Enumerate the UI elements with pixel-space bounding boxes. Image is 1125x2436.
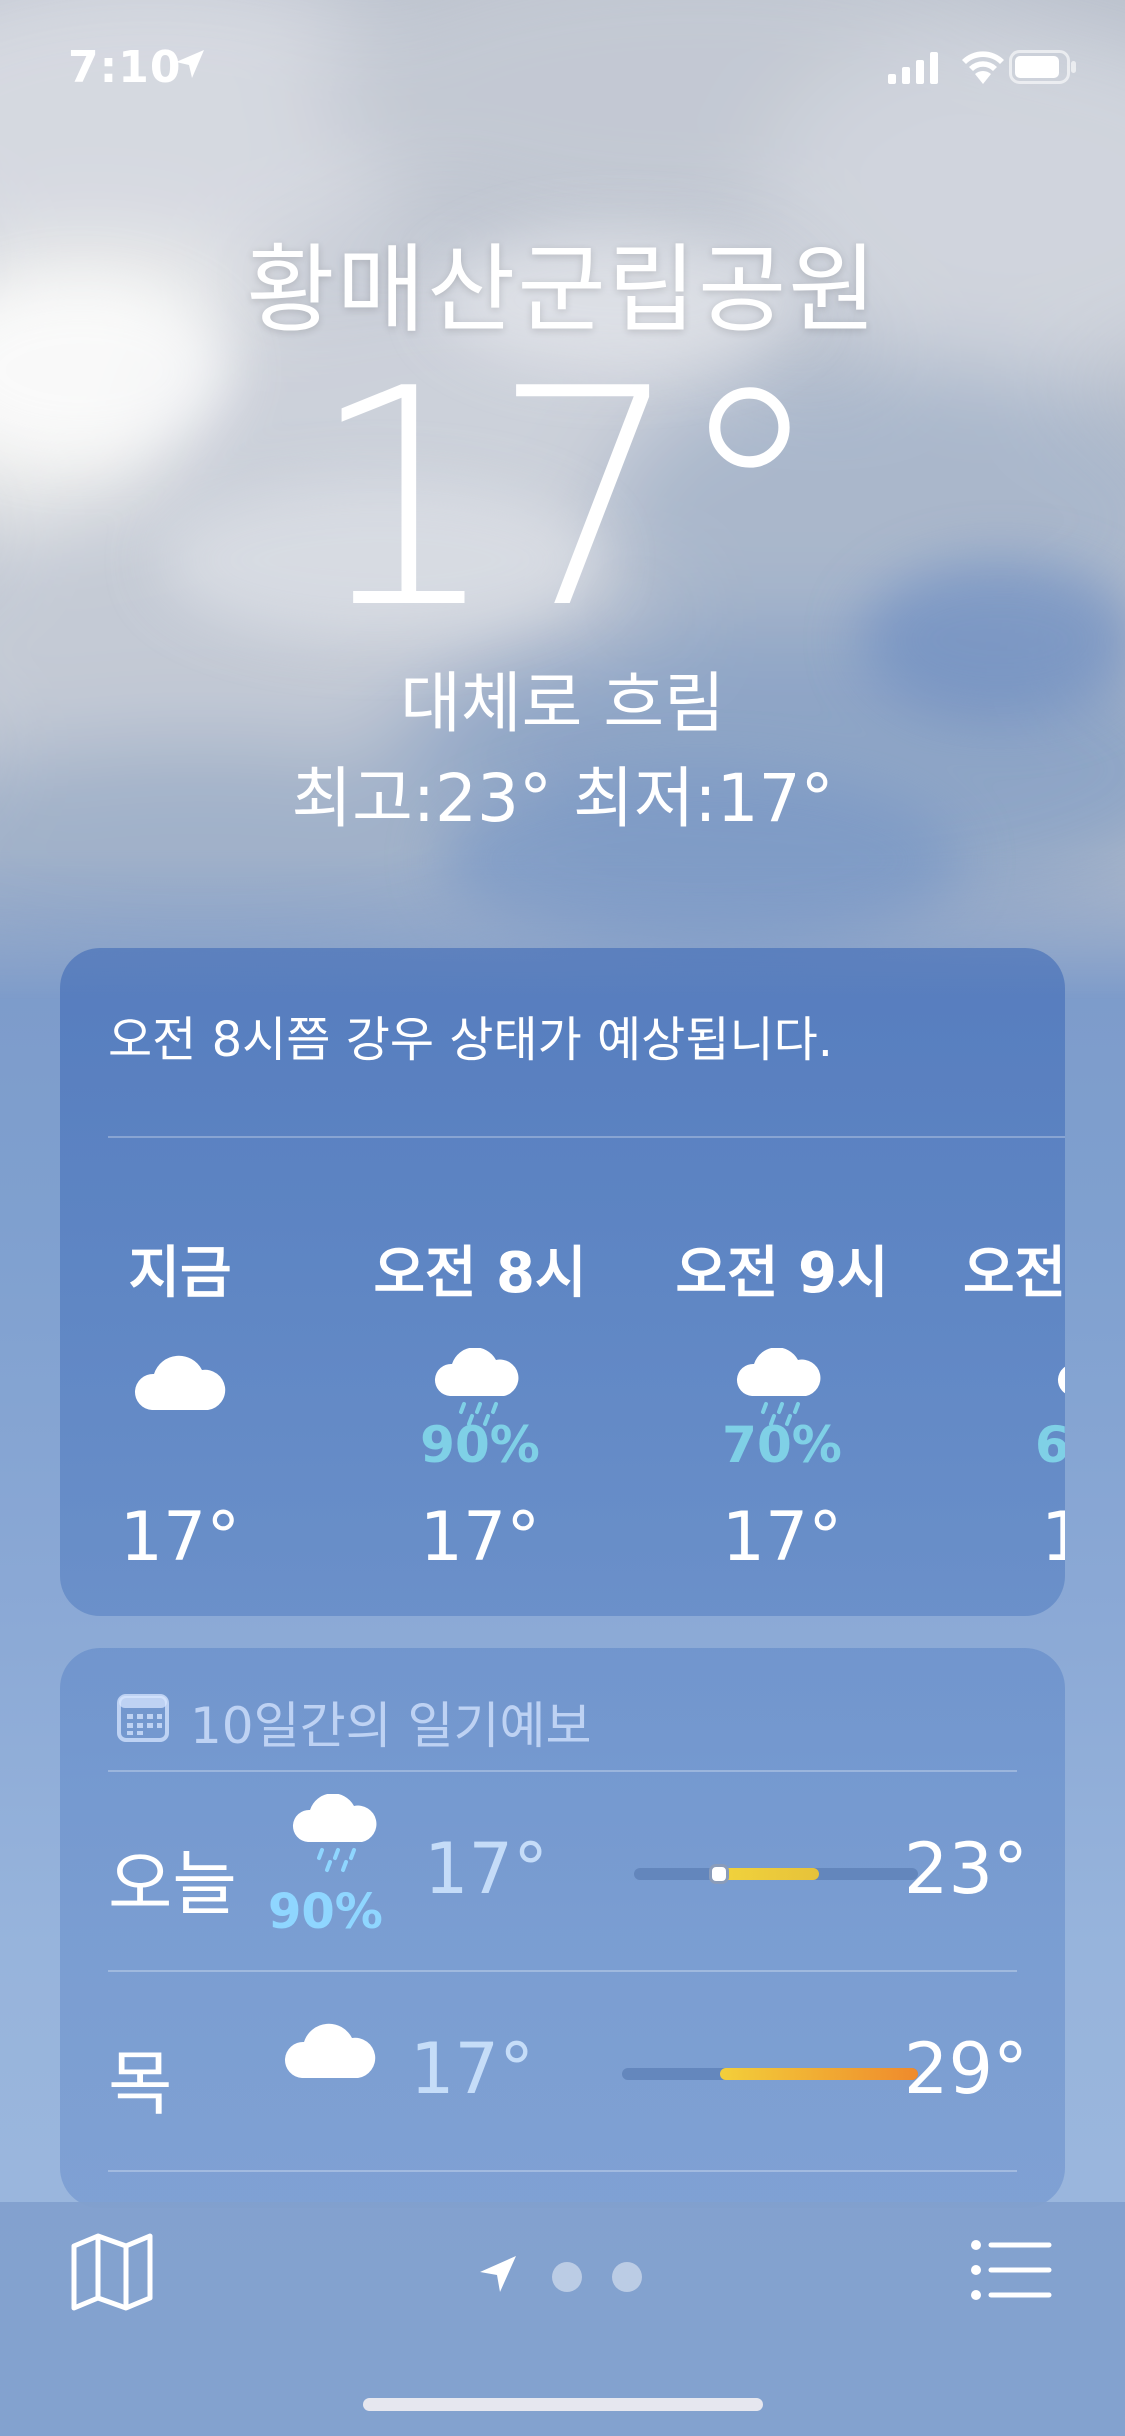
divider: [108, 1136, 1065, 1138]
hour-pop: 60%: [1035, 1416, 1065, 1474]
hour-temp: 17: [1041, 1498, 1065, 1577]
day-low: 17°: [410, 2028, 535, 2110]
day-high: 29°: [903, 2028, 1028, 2110]
day-name: 오늘: [108, 1843, 237, 1925]
daily-forecast-title: 10일간의 일기예보: [190, 1697, 592, 1755]
status-time: 7:10: [68, 42, 182, 93]
cloud-icon: [60, 1348, 300, 1418]
hour-label: 오전 9시: [675, 1241, 889, 1306]
location-arrow-icon: [176, 50, 204, 78]
hour-label: 오전 1: [963, 1241, 1065, 1306]
cloud-rain-icon: [662, 1347, 902, 1426]
cloud-icon: [284, 2023, 376, 2078]
daily-forecast-card[interactable]: 10일간의 일기예보 오늘 90% 17° 23° 목 17° 29°: [60, 1648, 1065, 2208]
hourly-item[interactable]: 오전 9시 70% 17°: [662, 1228, 902, 1577]
hourly-item[interactable]: 오전 1 60% 17: [963, 1228, 1065, 1577]
day-name: 목: [108, 2043, 173, 2125]
page-dot[interactable]: [552, 2262, 582, 2292]
cloud-rain-icon: [360, 1347, 600, 1426]
day-low: 17°: [424, 1828, 549, 1910]
map-icon[interactable]: [70, 2232, 154, 2312]
status-bar: 7:10: [0, 0, 1125, 140]
day-pop: 90%: [268, 1884, 383, 1940]
page-indicator[interactable]: [478, 2250, 648, 2300]
daily-row[interactable]: 오늘 90% 17° 23°: [108, 1772, 1028, 1970]
page-dot[interactable]: [612, 2262, 642, 2292]
divider: [108, 2170, 1017, 2172]
temperature-range-bar: [634, 1864, 918, 1884]
hour-temp: 17°: [721, 1498, 843, 1577]
hour-pop: 70%: [722, 1416, 842, 1474]
hour-label: 오전 8시: [373, 1241, 587, 1306]
hour-temp: 17°: [119, 1498, 241, 1577]
hour-temp: 17°: [419, 1498, 541, 1577]
high-low-text: 최고:23° 최저:17°: [291, 760, 834, 837]
hourly-summary: 오전 8시쯤 강우 상태가 예상됩니다.: [108, 1012, 834, 1068]
battery-icon: [1009, 50, 1076, 84]
temperature-range-fill: [719, 1868, 819, 1880]
day-high: 23°: [903, 1828, 1028, 1910]
temperature-range-fill: [719, 2068, 918, 2080]
current-temp-dot: [709, 1864, 730, 1884]
hour-pop: 90%: [420, 1416, 540, 1474]
hourly-item[interactable]: 오전 8시 90% 17°: [360, 1228, 600, 1577]
hourly-item[interactable]: 지금 17°: [60, 1228, 300, 1577]
hour-label: 지금: [128, 1241, 232, 1306]
hourly-forecast-card[interactable]: 오전 8시쯤 강우 상태가 예상됩니다. 지금 17° 오전 8시 90% 17…: [60, 948, 1065, 1616]
daily-row[interactable]: 목 17° 29°: [108, 1972, 1028, 2170]
temperature-range-bar: [622, 2068, 918, 2080]
condition-text: 대체로 흐림: [400, 665, 725, 742]
current-temperature: 17°: [308, 325, 825, 674]
home-indicator[interactable]: [363, 2398, 763, 2411]
cellular-signal-icon: [888, 52, 938, 84]
wifi-icon: [962, 51, 1004, 84]
bottom-toolbar: [0, 2202, 1125, 2436]
list-icon[interactable]: [971, 2240, 1053, 2300]
hour-pop: [60, 1416, 300, 1476]
location-arrow-icon: [480, 2256, 516, 2292]
calendar-icon: [117, 1694, 169, 1742]
cloud-rain-icon: [293, 1794, 377, 1872]
cloud-rain-icon: [1053, 1348, 1065, 1418]
